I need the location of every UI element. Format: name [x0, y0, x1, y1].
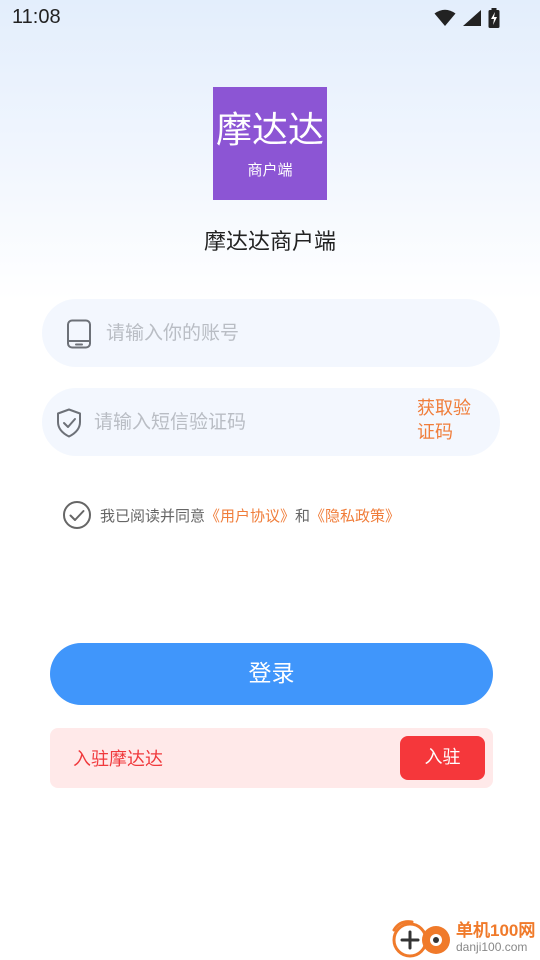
agreement-checkbox[interactable]: [62, 500, 92, 530]
privacy-policy-link[interactable]: 《隐私政策》: [310, 505, 400, 526]
code-field[interactable]: 获取验证码: [42, 388, 500, 456]
wifi-icon: [434, 9, 456, 27]
watermark-logo-icon: [390, 918, 454, 958]
app-logo: 摩达达 商户端: [213, 87, 327, 200]
account-field[interactable]: [42, 299, 500, 367]
user-agreement-link[interactable]: 《用户协议》: [205, 505, 295, 526]
agreement-conjunction: 和: [295, 506, 311, 525]
get-code-button[interactable]: 获取验证码: [417, 397, 487, 445]
watermark: 单机100网 danji100.com: [390, 916, 540, 960]
status-bar: 11:08: [0, 0, 540, 36]
login-button[interactable]: 登录: [50, 643, 493, 705]
logo-sub-text: 商户端: [247, 161, 293, 179]
account-input[interactable]: [106, 299, 466, 367]
phone-icon: [66, 319, 92, 353]
code-input[interactable]: [94, 388, 394, 456]
shield-check-icon: [56, 408, 82, 442]
check-circle-icon: [63, 501, 91, 529]
agreement-prefix: 我已阅读并同意: [100, 506, 206, 525]
signal-icon: [462, 9, 482, 27]
join-button[interactable]: 入驻: [400, 736, 485, 780]
app-title: 摩达达商户端: [203, 230, 336, 255]
join-banner: 入驻摩达达 入驻: [50, 728, 493, 788]
status-time: 11:08: [12, 6, 61, 28]
logo-main-text: 摩达达: [215, 110, 324, 151]
status-icons: [434, 8, 500, 28]
watermark-url: danji100.com: [456, 940, 528, 954]
watermark-title: 单机100网: [456, 921, 536, 940]
battery-charging-icon: [488, 8, 500, 28]
join-banner-text: 入驻摩达达: [73, 749, 163, 770]
agreement-row: 我已阅读并同意 《用户协议》 和 《隐私政策》: [62, 500, 400, 530]
